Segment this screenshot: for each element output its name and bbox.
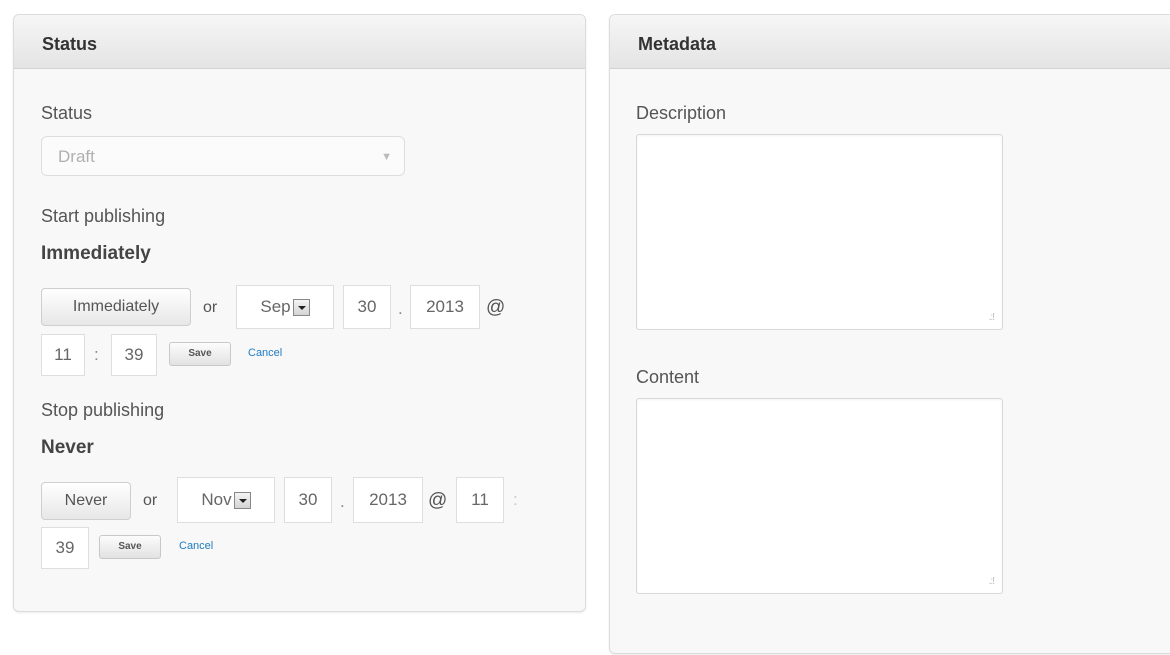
- content-textarea[interactable]: .:!: [636, 398, 1003, 594]
- stop-month-value: Nov: [201, 490, 232, 509]
- dropdown-arrow-icon: [292, 299, 310, 317]
- start-year-input[interactable]: 2013: [410, 285, 480, 329]
- resize-grip-icon[interactable]: .:!: [989, 576, 995, 587]
- status-panel-header: Status: [14, 15, 585, 69]
- status-label: Status: [41, 103, 93, 123]
- metadata-panel-header: Metadata: [610, 15, 1170, 69]
- stop-day-input[interactable]: 30: [284, 477, 332, 523]
- start-hour-input[interactable]: 11: [41, 334, 85, 376]
- stop-at-sign: @: [428, 490, 448, 511]
- status-panel-title: Status: [42, 34, 98, 54]
- description-label: Description: [636, 103, 727, 123]
- metadata-panel-title: Metadata: [638, 34, 717, 54]
- metadata-panel: Metadata Description .:! Content .:!: [609, 14, 1170, 654]
- description-textarea[interactable]: .:!: [636, 134, 1003, 330]
- start-time-colon: :: [94, 345, 99, 364]
- start-minute-input[interactable]: 39: [111, 334, 157, 376]
- content-label: Content: [636, 367, 700, 387]
- stop-publishing-label: Stop publishing: [41, 400, 165, 420]
- chevron-down-icon: ▼: [381, 151, 392, 163]
- status-select[interactable]: Draft ▼: [41, 136, 405, 176]
- start-or-text: or: [203, 299, 218, 316]
- start-month-value: Sep: [260, 297, 291, 316]
- stop-year-input[interactable]: 2013: [353, 477, 423, 523]
- stop-month-select[interactable]: Nov: [177, 477, 275, 523]
- stop-or-text: or: [143, 492, 158, 509]
- start-at-sign: @: [486, 297, 506, 318]
- stop-date-dot: .: [340, 492, 345, 511]
- start-day-input[interactable]: 30: [343, 285, 391, 329]
- resize-grip-icon[interactable]: .:!: [989, 312, 995, 323]
- stop-minute-input[interactable]: 39: [41, 527, 89, 569]
- start-save-button[interactable]: Save: [169, 342, 231, 366]
- stop-never-button[interactable]: Never: [41, 482, 131, 520]
- stop-hour-input[interactable]: 11: [456, 477, 504, 523]
- dropdown-arrow-icon: [233, 492, 251, 510]
- status-select-value: Draft: [58, 147, 95, 166]
- start-month-select[interactable]: Sep: [236, 285, 334, 329]
- start-date-dot: .: [398, 299, 403, 318]
- start-immediately-button[interactable]: Immediately: [41, 288, 191, 326]
- start-cancel-link[interactable]: Cancel: [248, 347, 282, 359]
- start-publishing-value: Immediately: [41, 243, 151, 264]
- stop-time-colon: :: [513, 490, 518, 509]
- stop-cancel-link[interactable]: Cancel: [179, 540, 213, 552]
- stop-save-button[interactable]: Save: [99, 535, 161, 559]
- status-panel: Status Status Draft ▼ Start publishing I…: [13, 14, 586, 612]
- start-publishing-label: Start publishing: [41, 206, 166, 226]
- stop-publishing-value: Never: [41, 437, 94, 458]
